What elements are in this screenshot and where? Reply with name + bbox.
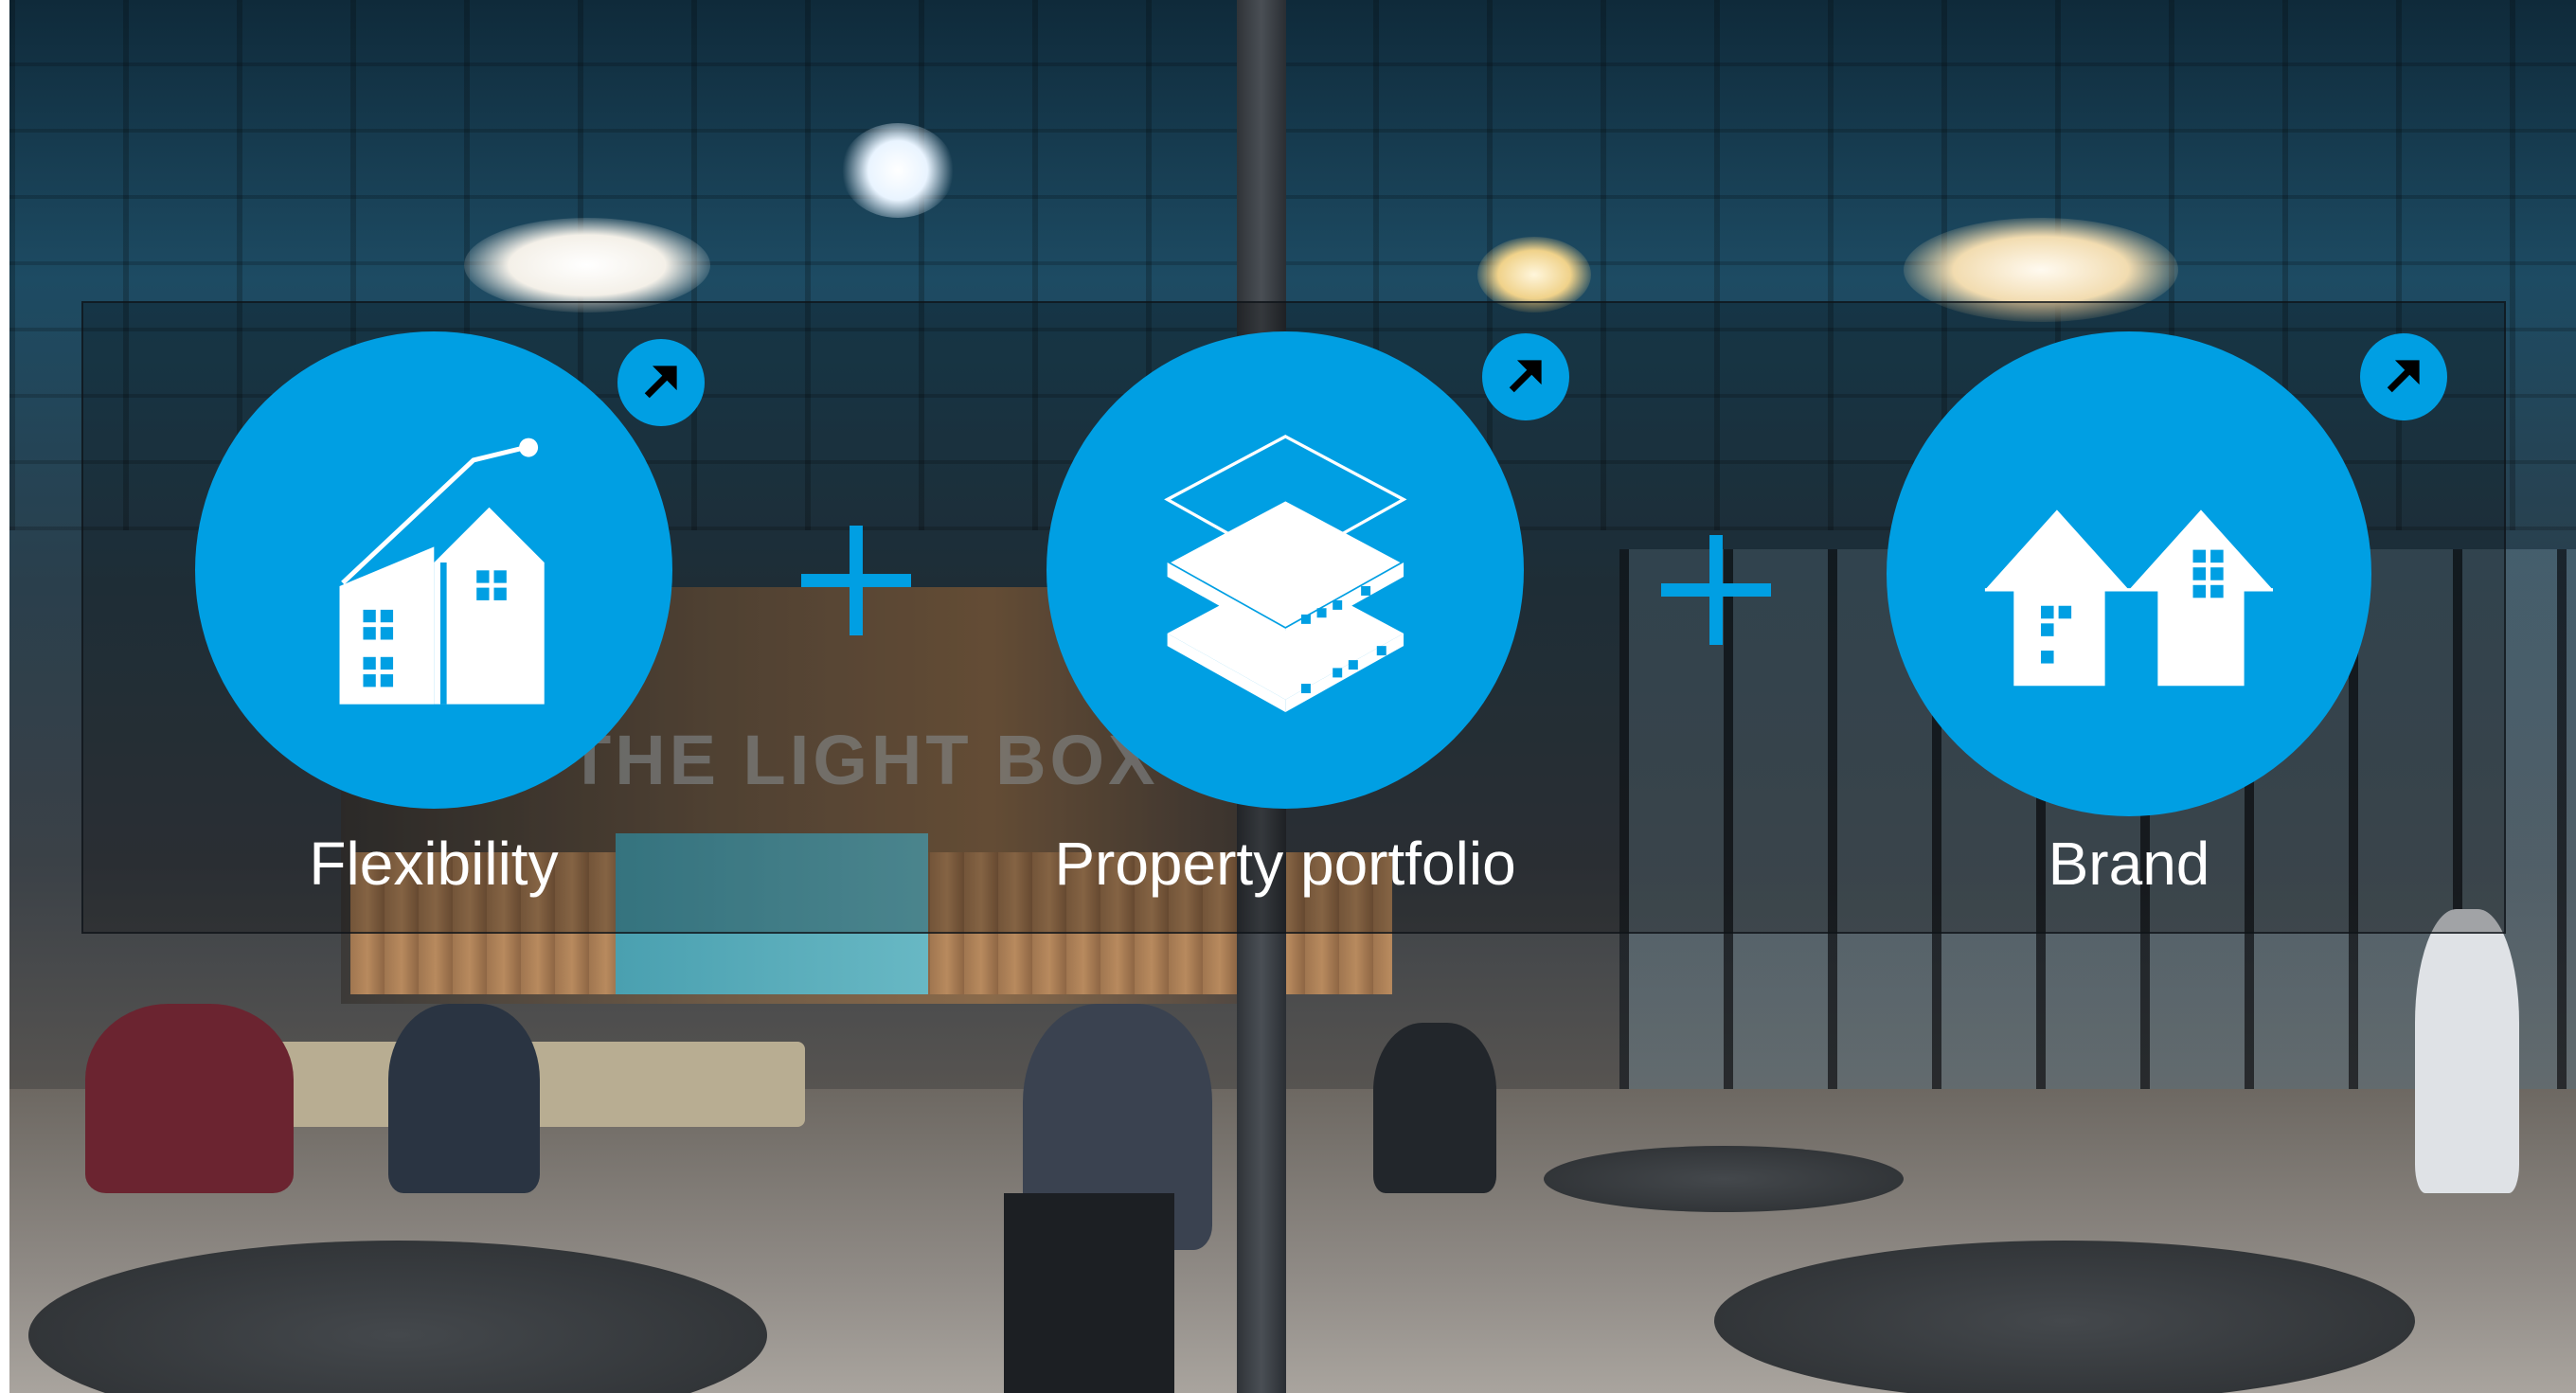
arrow-up-right-icon bbox=[2388, 360, 2421, 393]
plus-icon bbox=[801, 526, 911, 635]
property-portfolio-circle bbox=[1046, 331, 1524, 809]
person bbox=[2415, 909, 2519, 1193]
flexibility-label: Flexibility bbox=[309, 830, 559, 898]
flexibility-circle bbox=[195, 331, 672, 809]
person bbox=[388, 1004, 540, 1193]
brand-label: Brand bbox=[2048, 830, 2210, 898]
arrow-up-right-icon bbox=[645, 366, 678, 399]
expand-arrow-button[interactable] bbox=[617, 339, 705, 426]
ceiling-lamp bbox=[841, 123, 955, 218]
layered-buildings-icon bbox=[1163, 434, 1407, 712]
table bbox=[1714, 1241, 2415, 1393]
ceiling-lamp bbox=[464, 218, 710, 313]
growth-house-icon bbox=[339, 438, 545, 705]
person bbox=[1373, 1023, 1496, 1193]
plus-icon bbox=[1661, 535, 1771, 645]
arrow-up-right-icon bbox=[1510, 360, 1543, 393]
twin-houses-icon bbox=[1984, 509, 2274, 687]
property-portfolio-label: Property portfolio bbox=[1054, 830, 1516, 898]
brand-circle bbox=[1887, 331, 2371, 816]
sofa bbox=[275, 1042, 805, 1127]
expand-arrow-button[interactable] bbox=[1482, 333, 1569, 420]
bench-divider bbox=[1004, 1193, 1174, 1393]
person bbox=[85, 1004, 294, 1193]
expand-arrow-button[interactable] bbox=[2360, 333, 2447, 420]
table bbox=[1544, 1146, 1904, 1212]
